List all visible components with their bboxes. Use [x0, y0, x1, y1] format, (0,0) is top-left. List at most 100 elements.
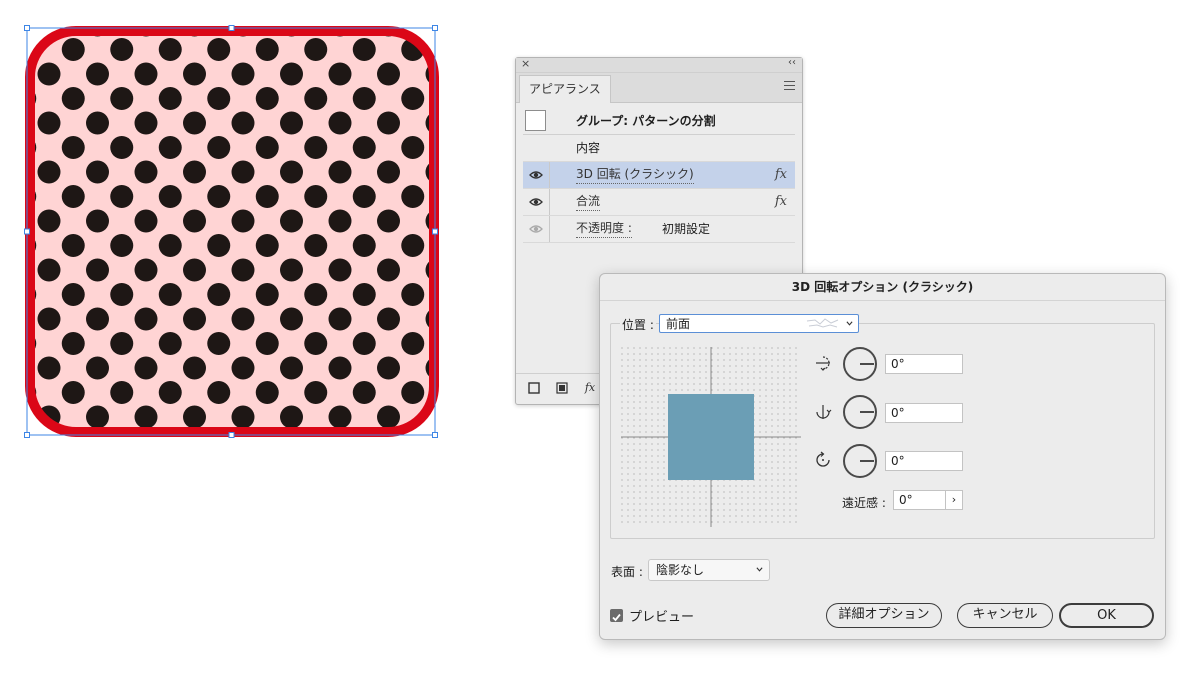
panel-menu-icon[interactable] — [784, 81, 795, 90]
polka-dot — [231, 160, 255, 184]
polka-dot — [183, 62, 206, 86]
appearance-row-group[interactable]: グループ: パターンの分割 — [523, 108, 795, 135]
polka-dot — [37, 62, 61, 86]
opacity-link[interactable]: 不透明度 : — [576, 220, 632, 238]
handle-top-left[interactable] — [24, 25, 30, 31]
polka-dot — [280, 209, 303, 233]
handle-top-center[interactable] — [228, 25, 235, 31]
visibility-eye-icon[interactable] — [529, 196, 543, 208]
z-rotation-input[interactable]: 0° — [885, 451, 963, 471]
polka-dot — [110, 185, 134, 208]
polka-dot — [86, 62, 109, 86]
handle-middle-left[interactable] — [24, 228, 30, 235]
polka-dot — [37, 209, 61, 233]
x-rotation-dial[interactable] — [843, 347, 877, 381]
polka-dot — [255, 332, 279, 355]
add-fill-icon[interactable] — [556, 382, 568, 394]
polka-dot — [207, 234, 231, 257]
polka-dot — [110, 38, 134, 61]
polka-dot — [61, 381, 85, 404]
appearance-row-opacity[interactable]: 不透明度 : 初期設定 — [523, 216, 795, 243]
polka-dot — [134, 209, 158, 233]
polka-dot — [158, 185, 182, 208]
polka-dot — [231, 62, 255, 86]
y-rotation-dial[interactable] — [843, 395, 877, 429]
fx-icon[interactable]: fx — [775, 162, 787, 188]
polka-dot — [38, 455, 61, 471]
perspective-input[interactable]: 0° — [893, 490, 946, 510]
polka-dot — [377, 405, 400, 429]
chevron-down-icon — [756, 567, 763, 572]
polka-dot — [328, 258, 352, 282]
polka-dot — [37, 160, 61, 184]
polka-dot — [352, 381, 376, 404]
polka-dot — [207, 185, 231, 208]
effect-merge-link[interactable]: 合流 — [576, 193, 601, 211]
position-select[interactable]: 前面 — [659, 314, 859, 333]
polka-dot — [352, 283, 376, 306]
polka-dot — [280, 160, 303, 184]
polka-dot — [158, 38, 182, 61]
appearance-row-3d-rotate[interactable]: 3D 回転 (クラシック) fx — [523, 162, 795, 189]
polka-dot — [401, 332, 425, 355]
polka-dot — [0, 14, 12, 37]
polka-dot — [255, 283, 279, 306]
z-rotation-dial[interactable] — [843, 444, 877, 478]
polka-dot — [134, 405, 158, 429]
polka-dot — [328, 405, 352, 429]
polka-dot — [255, 234, 279, 257]
rotation-cube-track[interactable] — [621, 347, 801, 527]
polka-dot — [37, 356, 61, 380]
polka-dot — [135, 455, 158, 471]
close-icon[interactable]: × — [521, 57, 530, 70]
polka-dot — [255, 381, 279, 404]
polka-dot — [110, 87, 134, 110]
position-value: 前面 — [666, 317, 691, 331]
polka-dot — [183, 258, 206, 282]
surface-select[interactable]: 陰影なし — [648, 559, 770, 581]
polka-dot — [231, 405, 255, 429]
polka-dot — [183, 455, 206, 471]
appearance-row-contents[interactable]: 内容 — [523, 135, 795, 162]
add-effect-icon[interactable]: fx — [584, 382, 596, 394]
polka-dot — [61, 185, 85, 208]
appearance-row-merge[interactable]: 合流 fx — [523, 189, 795, 216]
polka-dot — [86, 258, 109, 282]
handle-middle-right[interactable] — [432, 228, 438, 235]
polka-dot — [450, 38, 470, 61]
visibility-eye-icon[interactable] — [529, 169, 543, 181]
polka-dot — [401, 283, 425, 306]
polka-dot — [329, 455, 352, 471]
group-label: グループ: パターンの分割 — [576, 114, 716, 128]
y-rotation-input[interactable]: 0° — [885, 403, 963, 423]
polka-dot-rounded-square[interactable] — [0, 14, 470, 471]
polka-dot — [304, 136, 328, 159]
fx-icon[interactable]: fx — [775, 189, 787, 215]
polka-dot — [158, 332, 182, 355]
more-options-button[interactable]: 詳細オプション — [826, 603, 942, 628]
preview-checkbox[interactable] — [610, 609, 623, 622]
x-rotation-input[interactable]: 0° — [885, 354, 963, 374]
polka-dot — [255, 185, 279, 208]
polka-dot — [377, 356, 400, 380]
visibility-eye-icon[interactable] — [529, 223, 543, 235]
effect-3d-rotate-link[interactable]: 3D 回転 (クラシック) — [576, 166, 694, 184]
surface-label: 表面 : — [611, 565, 643, 579]
polka-dot — [61, 38, 85, 61]
polka-dot — [377, 111, 400, 135]
z-axis-rotate-icon — [816, 451, 830, 467]
polka-dot — [304, 185, 328, 208]
handle-bottom-left[interactable] — [24, 432, 30, 438]
handle-bottom-center[interactable] — [228, 432, 235, 438]
y-axis-rotate-icon — [816, 405, 832, 419]
cancel-button[interactable]: キャンセル — [957, 603, 1053, 628]
handle-bottom-right[interactable] — [432, 432, 438, 438]
ok-button[interactable]: OK — [1059, 603, 1154, 628]
polka-dot — [304, 234, 328, 257]
polka-dot — [86, 405, 109, 429]
add-stroke-icon[interactable] — [528, 382, 540, 394]
collapse-icon[interactable]: ‹‹ — [788, 57, 796, 68]
tab-appearance[interactable]: アピアランス — [519, 75, 611, 103]
handle-top-right[interactable] — [432, 25, 438, 31]
perspective-slider-button[interactable]: › — [945, 490, 963, 510]
